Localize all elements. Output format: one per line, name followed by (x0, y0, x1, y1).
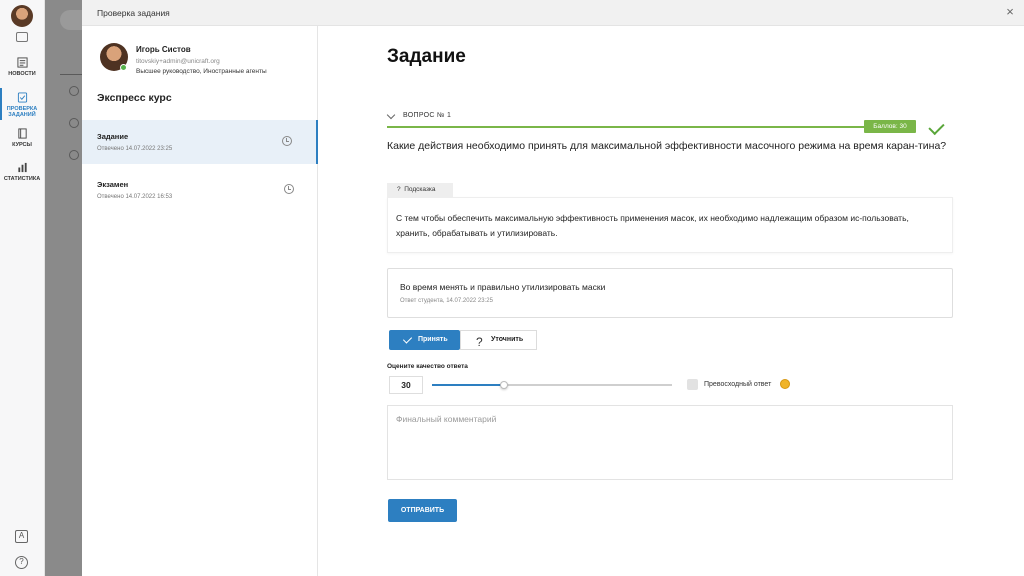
checked-status-icon (284, 184, 294, 194)
modal-title: Проверка задания (97, 8, 170, 18)
checked-status-icon (282, 136, 292, 146)
window-icon[interactable] (16, 32, 28, 42)
background-status-icon (69, 118, 79, 128)
student-panel: Игорь Систов titovskiy+admin@unicraft.or… (82, 26, 318, 576)
excellent-answer-label: Превосходный ответ (704, 381, 772, 388)
student-answer: Во время менять и правильно утилизироват… (387, 268, 953, 318)
rate-slider-thumb[interactable] (500, 381, 508, 389)
bar-chart-icon (17, 162, 27, 173)
nav-item-task-review[interactable]: ПРОВЕРКА ЗАДАНИЙ (0, 88, 44, 120)
task-list-item[interactable]: Задание Отвечено 14.07.2022 23:25 (82, 120, 318, 164)
course-title: Экспресс курс (97, 92, 172, 104)
hint-tab[interactable]: ? Подсказка (387, 183, 453, 197)
task-date: Отвечено 14.07.2022 16:53 (97, 194, 173, 200)
user-avatar[interactable] (11, 5, 33, 27)
rate-slider-fill (432, 384, 504, 386)
app-sidebar: НОВОСТИ ПРОВЕРКА ЗАДАНИЙ КУРСЫ СТАТИСТИК… (0, 0, 45, 576)
nav-label-task-review: ПРОВЕРКА ЗАДАНИЙ (6, 106, 38, 118)
question-text: Какие действия необходимо принять для ма… (387, 140, 947, 152)
nav-item-statistics[interactable]: СТАТИСТИКА (0, 162, 44, 182)
student-name: Игорь Систов (136, 45, 191, 54)
task-list-item[interactable]: Экзамен Отвечено 14.07.2022 16:53 (82, 168, 318, 212)
background-page (45, 0, 85, 576)
task-review-icon (17, 92, 27, 103)
check-icon (402, 334, 413, 344)
rate-label: Оцените качество ответа (387, 363, 468, 370)
answer-text: Во время менять и правильно утилизироват… (400, 282, 606, 292)
question-header[interactable]: ВОПРОС № 1 (386, 110, 945, 124)
final-comment-field[interactable]: Финальный комментарий (387, 405, 953, 480)
online-status-icon (120, 64, 127, 71)
task-review-modal: Проверка задания × Игорь Систов titovski… (82, 0, 1024, 576)
background-status-icon (69, 150, 79, 160)
rate-slider[interactable] (432, 381, 672, 389)
task-name: Экзамен (97, 180, 129, 189)
question-number: ВОПРОС № 1 (403, 112, 452, 119)
student-email: titovskiy+admin@unicraft.org (136, 58, 220, 65)
help-icon[interactable]: ? (15, 556, 28, 569)
rate-input[interactable]: 30 (389, 376, 423, 394)
nav-item-courses[interactable]: КУРСЫ (0, 128, 44, 148)
nav-label-courses: КУРСЫ (12, 142, 32, 148)
background-status-icon (69, 86, 79, 96)
clarify-button[interactable]: ? Уточнить (460, 330, 537, 350)
excellent-answer-checkbox[interactable] (687, 379, 698, 390)
chevron-down-icon (386, 110, 396, 120)
nav-label-statistics: СТАТИСТИКА (3, 176, 41, 182)
close-button[interactable]: × (1002, 4, 1018, 20)
nav-item-news[interactable]: НОВОСТИ (0, 57, 44, 77)
book-icon (17, 128, 27, 139)
question-divider (387, 126, 865, 128)
newspaper-icon (16, 57, 28, 68)
task-name: Задание (97, 132, 129, 141)
clarify-label: Уточнить (491, 336, 524, 343)
send-button[interactable]: ОТПРАВИТЬ (388, 499, 457, 522)
accept-button[interactable]: Принять (389, 330, 460, 350)
score-badge: Баллов: 30 (864, 120, 916, 133)
modal-header: Проверка задания × (82, 0, 1024, 26)
student-role: Высшее руководство, Иностранные агенты (136, 68, 267, 75)
task-date: Отвечено 14.07.2022 23:25 (97, 146, 173, 152)
page-title: Задание (387, 46, 466, 67)
translate-icon[interactable]: A (15, 530, 28, 543)
nav-label-news: НОВОСТИ (8, 71, 36, 77)
hint-text: С тем чтобы обеспечить максимальную эффе… (387, 197, 953, 253)
medal-icon (780, 379, 790, 389)
hint-label: Подсказка (404, 186, 436, 193)
question-mark-icon: ? (476, 335, 483, 349)
answer-meta: Ответ студента, 14.07.2022 23:25 (400, 298, 493, 304)
accept-label: Принять (418, 336, 448, 343)
